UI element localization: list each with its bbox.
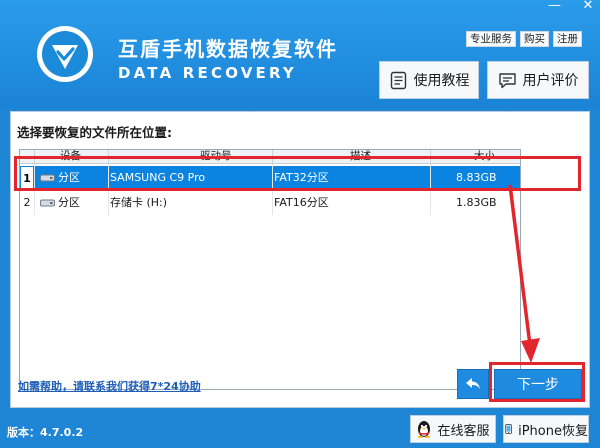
window-controls: — ✕ <box>548 0 594 14</box>
version-label: 版本：4.7.0.2 <box>7 426 84 439</box>
app-subtitle: DATA RECOVERY <box>118 64 297 82</box>
description-cell: FAT16分区 <box>274 196 329 209</box>
shield-check-icon <box>37 26 93 82</box>
tutorial-button[interactable]: 使用教程 <box>379 61 479 99</box>
table-row[interactable]: 2 分区 存储卡 (H:) FAT16分区 1.83GB <box>20 191 520 215</box>
disk-icon <box>40 199 55 207</box>
online-support-label: 在线客服 <box>437 423 490 439</box>
help-link[interactable]: 如需帮助，请联系我们获得7*24协助 <box>18 378 201 394</box>
footer: 版本：4.7.0.2 在线客服 iPhone恢复 <box>0 408 600 448</box>
iphone-icon <box>505 423 512 435</box>
back-arrow-icon <box>466 378 480 389</box>
register-link[interactable]: 注册 <box>553 31 582 47</box>
header: 互盾手机数据恢复软件 DATA RECOVERY — ✕ 专业服务 购买 注册 … <box>0 0 600 108</box>
user-review-button[interactable]: 用户评价 <box>487 61 589 99</box>
top-links: 专业服务 购买 注册 <box>466 31 582 47</box>
size-cell: 1.83GB <box>456 196 497 209</box>
iphone-recovery-button[interactable]: iPhone恢复 <box>503 415 589 443</box>
app-title: 互盾手机数据恢复软件 <box>118 37 338 61</box>
minimize-button[interactable]: — <box>548 0 561 14</box>
iphone-recovery-label: iPhone恢复 <box>518 423 588 439</box>
chat-icon <box>498 72 516 88</box>
online-support-button[interactable]: 在线客服 <box>410 415 496 443</box>
panel-title: 选择要恢复的文件所在位置: <box>17 125 172 140</box>
row-number: 2 <box>23 196 31 209</box>
pro-service-link[interactable]: 专业服务 <box>466 31 516 47</box>
red-arrow-annotation <box>508 184 540 363</box>
device-cell: 分区 <box>58 196 80 209</box>
selection-highlight-box <box>14 156 581 191</box>
buy-link[interactable]: 购买 <box>520 31 549 47</box>
back-button[interactable] <box>457 369 489 399</box>
user-review-label: 用户评价 <box>522 73 579 89</box>
close-button[interactable]: ✕ <box>582 0 594 14</box>
drive-cell: 存储卡 (H:) <box>110 196 168 209</box>
next-button-highlight-box <box>489 362 585 402</box>
document-icon <box>390 71 406 89</box>
qq-penguin-icon <box>418 421 431 438</box>
tutorial-label: 使用教程 <box>413 73 470 89</box>
